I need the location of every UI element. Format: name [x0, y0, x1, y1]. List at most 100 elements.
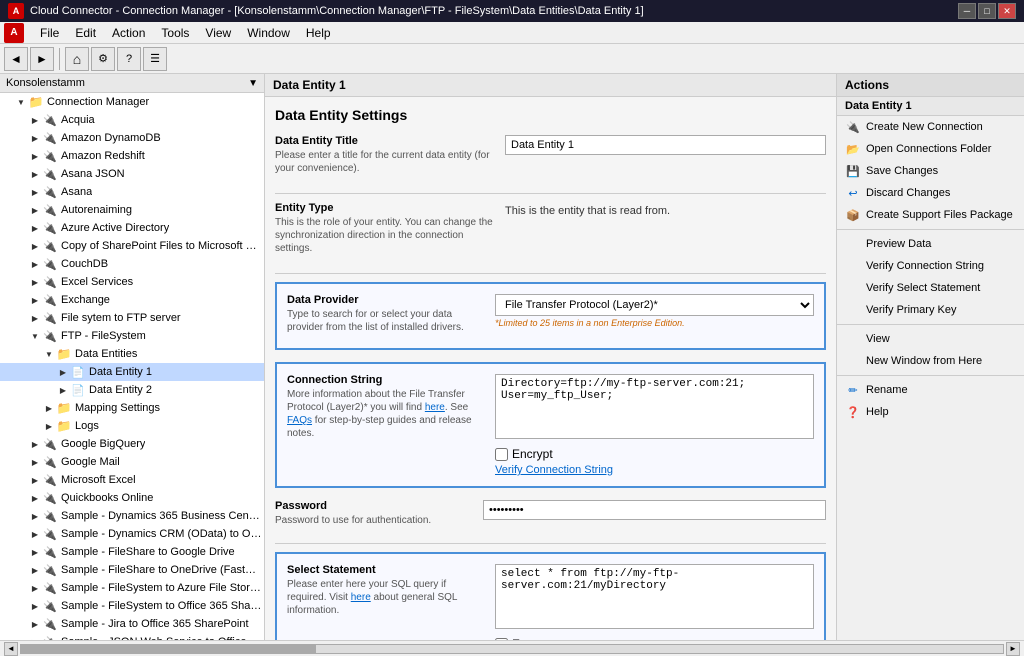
toolbar-btn-3[interactable]: ?: [117, 47, 141, 71]
action-help[interactable]: ❓ Help: [837, 401, 1024, 423]
tree-item-autorenaiming[interactable]: ▶ 🔌 Autorenaiming: [0, 201, 264, 219]
tree-item-mapping-settings[interactable]: ▶ 📁 Mapping Settings: [0, 399, 264, 417]
tree-item-file-system-ftp[interactable]: ▶ 🔌 File sytem to FTP server: [0, 309, 264, 327]
tree-item-data-entity-2[interactable]: ▶ 📄 Data Entity 2: [0, 381, 264, 399]
tree-item-data-entity-1[interactable]: ▶ 📄 Data Entity 1: [0, 363, 264, 381]
conn-icon: 🔌: [42, 148, 58, 164]
minimize-button[interactable]: ─: [958, 3, 976, 19]
action-verify-select-stmt[interactable]: Verify Select Statement: [837, 277, 1024, 299]
conn-icon: 🔌: [42, 166, 58, 182]
toolbar-btn-1[interactable]: ⌂: [65, 47, 89, 71]
action-preview-data[interactable]: Preview Data: [837, 233, 1024, 255]
close-button[interactable]: ✕: [998, 3, 1016, 19]
content-panel-header: Data Entity 1: [265, 74, 836, 97]
tree-item-asana[interactable]: ▶ 🔌 Asana: [0, 183, 264, 201]
conn-icon: 🔌: [42, 562, 58, 578]
action-create-new-conn[interactable]: 🔌 Create New Connection: [837, 116, 1024, 138]
tree-item-copy-sharepoint[interactable]: ▶ 🔌 Copy of SharePoint Files to Microsof…: [0, 237, 264, 255]
tree-item-acquia[interactable]: ▶ 🔌 Acquia: [0, 111, 264, 129]
cs-link-faq[interactable]: FAQs: [287, 415, 312, 426]
tree-item-couchdb[interactable]: ▶ 🔌 CouchDB: [0, 255, 264, 273]
tree-item-microsoft-excel[interactable]: ▶ 🔌 Microsoft Excel: [0, 471, 264, 489]
menu-window[interactable]: Window: [239, 24, 298, 42]
scroll-left-btn[interactable]: ◄: [4, 642, 18, 656]
conn-string-textarea[interactable]: Directory=ftp://my-ftp-server.com:21; Us…: [495, 374, 814, 439]
tree-item-asana-json[interactable]: ▶ 🔌 Asana JSON: [0, 165, 264, 183]
menu-help[interactable]: Help: [298, 24, 339, 42]
ss-link-here[interactable]: here: [351, 592, 371, 603]
tree-item-sample-filesystem-o365[interactable]: ▶ 🔌 Sample - FileSystem to Office 365 Sh…: [0, 597, 264, 615]
verify-key-icon: [845, 302, 861, 318]
action-save-changes[interactable]: 💾 Save Changes: [837, 160, 1024, 182]
pw-row: Password Password to use for authenticat…: [275, 500, 826, 531]
tree-item-google-mail[interactable]: ▶ 🔌 Google Mail: [0, 453, 264, 471]
menu-file[interactable]: File: [32, 24, 67, 42]
action-open-folder[interactable]: 📂 Open Connections Folder: [837, 138, 1024, 160]
action-label: Rename: [866, 384, 908, 396]
back-button[interactable]: ◄: [4, 47, 28, 71]
divider: [275, 543, 826, 544]
maximize-button[interactable]: □: [978, 3, 996, 19]
tree-item-sample-fileshare-onedrive[interactable]: ▶ 🔌 Sample - FileShare to OneDrive (Fast…: [0, 561, 264, 579]
preview-icon: [845, 236, 861, 252]
ss-left: Select Statement Please enter here your …: [287, 564, 487, 621]
tree-item-sample-fileshare-gdrive[interactable]: ▶ 🔌 Sample - FileShare to Google Drive: [0, 543, 264, 561]
tree-item-sample-json[interactable]: ▶ 🔌 Sample - JSON Web Service to Office …: [0, 633, 264, 640]
tree-item-sample-dcrm[interactable]: ▶ 🔌 Sample - Dynamics CRM (OData) to Off…: [0, 525, 264, 543]
expand-arrow: ▶: [56, 365, 70, 379]
action-new-window[interactable]: New Window from Here: [837, 350, 1024, 372]
tree-item-sample-jira[interactable]: ▶ 🔌 Sample - Jira to Office 365 SharePoi…: [0, 615, 264, 633]
tree-item-azure-ad[interactable]: ▶ 🔌 Azure Active Directory: [0, 219, 264, 237]
entity-title-input[interactable]: [505, 135, 826, 155]
action-rename[interactable]: ✏ Rename: [837, 379, 1024, 401]
tree-item-exchange[interactable]: ▶ 🔌 Exchange: [0, 291, 264, 309]
tree-item-connection-manager[interactable]: ▼ 📁 Connection Manager: [0, 93, 264, 111]
action-label: Help: [866, 406, 889, 418]
forward-button[interactable]: ►: [30, 47, 54, 71]
tree-item-excel-services[interactable]: ▶ 🔌 Excel Services: [0, 273, 264, 291]
conn-icon: 🔌: [42, 256, 58, 272]
entity-type-label: Entity Type: [275, 202, 495, 214]
scroll-right-btn[interactable]: ►: [1006, 642, 1020, 656]
toolbar-btn-4[interactable]: ☰: [143, 47, 167, 71]
entity-icon: 📄: [70, 382, 86, 398]
toolbar-btn-2[interactable]: ⚙: [91, 47, 115, 71]
menu-tools[interactable]: Tools: [153, 24, 197, 42]
select-stmt-textarea[interactable]: select * from ftp://my-ftp-server.com:21…: [495, 564, 814, 629]
expand-arrow: ▶: [42, 401, 56, 415]
verify-conn-link[interactable]: Verify Connection String: [495, 464, 613, 476]
conn-icon: 🔌: [42, 184, 58, 200]
tree-item-ftp-filesystem[interactable]: ▼ 🔌 FTP - FileSystem: [0, 327, 264, 345]
tree-item-sample-d365[interactable]: ▶ 🔌 Sample - Dynamics 365 Business Centr…: [0, 507, 264, 525]
ss-right: select * from ftp://my-ftp-server.com:21…: [495, 564, 814, 640]
action-verify-primary-key[interactable]: Verify Primary Key: [837, 299, 1024, 321]
action-discard-changes[interactable]: ↩ Discard Changes: [837, 182, 1024, 204]
tree-item-amazon-dynamo[interactable]: ▶ 🔌 Amazon DynamoDB: [0, 129, 264, 147]
encrypt-checkbox[interactable]: [495, 448, 508, 461]
action-view[interactable]: View: [837, 328, 1024, 350]
data-provider-select[interactable]: File Transfer Protocol (Layer2)* Azure B…: [495, 294, 814, 316]
expand-arrow: ▶: [28, 563, 42, 577]
tree-item-amazon-redshift[interactable]: ▶ 🔌 Amazon Redshift: [0, 147, 264, 165]
tree-item-logs[interactable]: ▶ 📁 Logs: [0, 417, 264, 435]
tree-item-sample-filesystem-azure[interactable]: ▶ 🔌 Sample - FileSystem to Azure File St…: [0, 579, 264, 597]
expand-arrow: ▶: [28, 293, 42, 307]
tree-scroll[interactable]: ▼ 📁 Connection Manager ▶ 🔌 Acquia ▶ 🔌 Am…: [0, 93, 264, 640]
entity-title-group: Data Entity Title Please enter a title f…: [275, 135, 826, 179]
tree-item-data-entities[interactable]: ▼ 📁 Data Entities: [0, 345, 264, 363]
action-create-support-pkg[interactable]: 📦 Create Support Files Package: [837, 204, 1024, 226]
password-input[interactable]: [483, 500, 826, 520]
menu-edit[interactable]: Edit: [67, 24, 104, 42]
help-icon: ❓: [845, 404, 861, 420]
menu-view[interactable]: View: [197, 24, 239, 42]
expand-arrow: ▶: [28, 581, 42, 595]
action-label: New Window from Here: [866, 355, 982, 367]
save-icon: 💾: [845, 163, 861, 179]
conn-icon: 🔌: [42, 274, 58, 290]
cs-link-here[interactable]: here: [425, 402, 445, 413]
menu-action[interactable]: Action: [104, 24, 153, 42]
action-verify-conn-string[interactable]: Verify Connection String: [837, 255, 1024, 277]
tree-label: Mapping Settings: [75, 402, 160, 414]
tree-item-google-bigquery[interactable]: ▶ 🔌 Google BigQuery: [0, 435, 264, 453]
tree-item-quickbooks[interactable]: ▶ 🔌 Quickbooks Online: [0, 489, 264, 507]
